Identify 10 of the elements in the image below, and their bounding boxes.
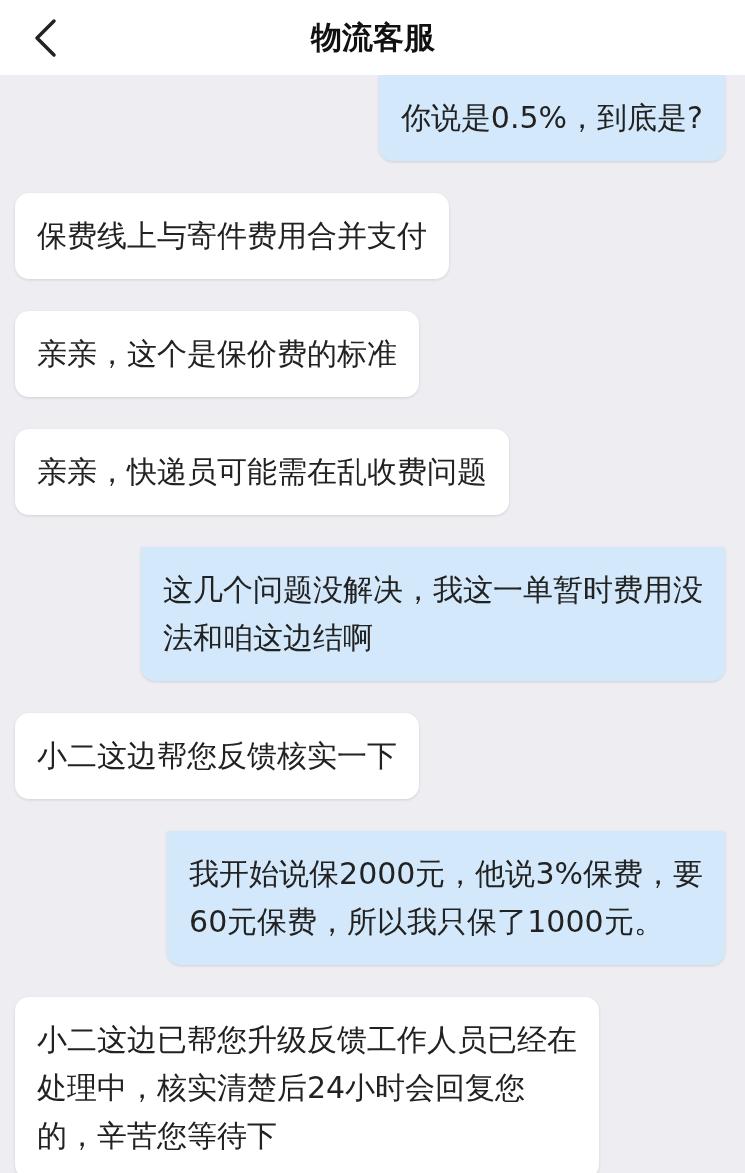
back-icon[interactable] xyxy=(32,18,58,58)
sent-message-bubble: 我开始说保2000元，他说3%保费，要 60元保费，所以我只保了1000元。 xyxy=(167,831,725,965)
chat-title: 物流客服 xyxy=(310,17,435,57)
received-message-bubble: 小二这边帮您反馈核实一下 xyxy=(15,713,419,799)
sent-message-bubble: 你说是0.5%，到底是? xyxy=(378,75,725,161)
sent-message-bubble: 这几个问题没解决，我这一单暂时费用没 法和咱这边结啊 xyxy=(141,547,725,681)
received-message-bubble: 亲亲，快递员可能需在乱收费问题 xyxy=(15,429,509,515)
received-message-bubble: 小二这边已帮您升级反馈工作人员已经在 处理中，核实清楚后24小时会回复您 的，辛苦您等待下 xyxy=(15,997,599,1173)
received-message-bubble: 保费线上与寄件费用合并支付 xyxy=(15,193,449,279)
received-message-bubble: 亲亲，这个是保价费的标准 xyxy=(15,311,419,397)
